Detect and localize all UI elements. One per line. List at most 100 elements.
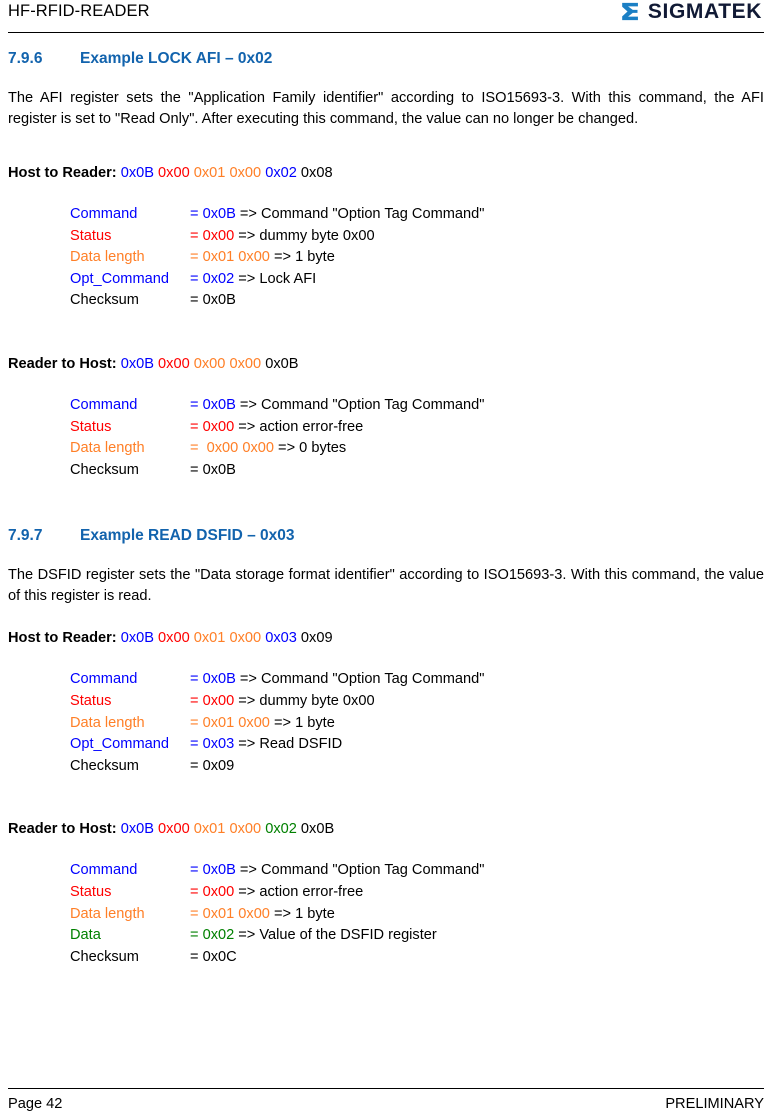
field-equals: = <box>190 862 203 879</box>
telegram-field-row: Checksum = 0x0B <box>70 290 764 312</box>
telegram-field-row: Status = 0x00 => action error-free <box>70 882 764 904</box>
field-name: Data <box>70 927 101 944</box>
telegram-field-row: Command = 0x0B => Command "Option Tag Com… <box>70 860 764 882</box>
field-value: = 0x00 => action error-free <box>190 417 764 439</box>
field-comment: => dummy byte 0x00 <box>234 692 375 709</box>
field-comment: => 1 byte <box>269 714 335 731</box>
field-hex-value: 0x09 <box>202 757 235 774</box>
telegram-byte: 0x00 <box>193 355 226 372</box>
section-heading-7.9.7: 7.9.7 Example READ DSFID – 0x03 <box>8 527 764 545</box>
vertical-spacer <box>8 606 764 628</box>
telegram-field-row: Checksum = 0x09 <box>70 756 764 778</box>
telegram-byte: 0x0B <box>120 630 154 647</box>
telegram-field-row: Status = 0x00 => dummy byte 0x00 <box>70 226 764 248</box>
field-value: = 0x0B <box>190 460 764 482</box>
field-hex-value: 0x0B <box>202 862 236 879</box>
field-name: Status <box>70 418 112 435</box>
field-value: = 0x0B => Command "Option Tag Command" <box>190 669 764 691</box>
field-hex-value: 0x00 <box>202 418 235 435</box>
telegram-field-row: Data = 0x02 => Value of the DSFID registe… <box>70 925 764 947</box>
field-comment: => action error-free <box>234 418 364 435</box>
vertical-spacer <box>8 184 764 204</box>
telegram-byte: 0x0B <box>120 355 154 372</box>
field-hex-value: 0x01 0x00 <box>202 714 270 731</box>
document-status: PRELIMINARY <box>665 1096 764 1112</box>
field-equals: = <box>190 270 203 287</box>
sigmatek-logo-text: SIGMATEK <box>647 0 762 23</box>
telegram-byte: 0x09 <box>300 630 333 647</box>
field-hex-value: 0x02 <box>202 270 235 287</box>
telegram-direction-label: Host to Reader: <box>8 165 117 181</box>
field-comment: => 1 byte <box>269 249 335 266</box>
field-name: Checksum <box>70 292 139 309</box>
field-equals: = <box>190 249 203 266</box>
field-hex-value: 0x00 0x00 <box>206 440 274 457</box>
field-equals: = <box>190 206 203 222</box>
telegram-field-row: Command = 0x0B => Command "Option Tag Com… <box>70 204 764 226</box>
telegram-byte: 0x02 <box>265 821 297 838</box>
field-equals: = <box>190 440 207 457</box>
section-paragraph: The AFI register sets the "Application F… <box>8 90 764 127</box>
field-value: = 0x00 0x00 => 0 bytes <box>190 438 764 460</box>
page-number: Page 42 <box>8 1096 63 1112</box>
telegram-byte: 0x01 <box>193 821 226 838</box>
telegram-field-row: Command = 0x0B => Command "Option Tag Com… <box>70 395 764 417</box>
field-name: Command <box>70 862 138 879</box>
vertical-spacer <box>8 481 764 527</box>
field-name: Checksum <box>70 461 139 478</box>
field-comment: => 1 byte <box>269 905 335 922</box>
section-title: Example LOCK AFI – 0x02 <box>80 50 273 67</box>
telegram-byte: 0x08 <box>300 165 333 181</box>
telegram-field-row: Status = 0x00 => dummy byte 0x00 <box>70 691 764 713</box>
field-comment: => Command "Option Tag Command" <box>235 862 485 879</box>
section-heading-7.9.6: 7.9.6 Example LOCK AFI – 0x02 <box>8 50 764 68</box>
telegram-byte: 0x00 <box>158 355 190 372</box>
telegram-byte: 0x0B <box>120 165 154 181</box>
vertical-spacer <box>8 649 764 669</box>
field-name: Opt_Command <box>70 736 169 753</box>
field-name: Checksum <box>70 948 139 965</box>
field-hex-value: 0x0B <box>202 671 236 688</box>
telegram-field-row: Data length = 0x01 0x00 => 1 byte <box>70 713 764 735</box>
telegram-field-row: Data length = 0x00 0x00 => 0 bytes <box>70 438 764 460</box>
field-value: = 0x02 => Value of the DSFID register <box>190 925 764 947</box>
telegram-field-table: Command = 0x0B => Command "Option Tag Com… <box>70 395 764 481</box>
field-hex-value: 0x00 <box>202 883 235 900</box>
field-comment: => Command "Option Tag Command" <box>235 396 485 413</box>
telegram-byte: 0x00 <box>229 355 262 372</box>
telegram-field-row: Data length = 0x01 0x00 => 1 byte <box>70 247 764 269</box>
vertical-spacer <box>8 312 764 354</box>
telegram-byte: 0x00 <box>158 821 190 838</box>
field-comment: => 0 bytes <box>274 440 347 457</box>
telegram-field-table: Command = 0x0B => Command "Option Tag Com… <box>70 860 764 968</box>
field-comment: => Lock AFI <box>234 270 317 287</box>
field-name: Data length <box>70 440 145 457</box>
field-value: = 0x01 0x00 => 1 byte <box>190 247 764 269</box>
field-value: = 0x09 <box>190 756 764 778</box>
telegram-direction-label: Host to Reader: <box>8 630 117 647</box>
field-comment: => action error-free <box>234 883 364 900</box>
field-value: = 0x00 => action error-free <box>190 882 764 904</box>
vertical-spacer <box>8 545 764 565</box>
field-comment: => Value of the DSFID register <box>234 927 437 944</box>
field-name: Status <box>70 692 112 709</box>
field-name: Opt_Command <box>70 270 169 287</box>
telegram-byte: 0x01 <box>193 165 226 181</box>
field-value: = 0x0C <box>190 947 764 969</box>
field-hex-value: 0x0B <box>202 396 236 413</box>
field-equals: = <box>190 461 203 478</box>
field-value: = 0x03 => Read DSFID <box>190 734 764 756</box>
section-title: Example READ DSFID – 0x03 <box>80 527 295 545</box>
telegram-byte: 0x0B <box>265 355 299 372</box>
telegram-byte: 0x0B <box>300 821 335 838</box>
field-name: Command <box>70 671 138 688</box>
section-paragraph: The DSFID register sets the "Data storag… <box>8 567 764 604</box>
field-equals: = <box>190 905 203 922</box>
telegram-field-row: Command = 0x0B => Command "Option Tag Com… <box>70 669 764 691</box>
field-name: Data length <box>70 249 145 266</box>
field-name: Command <box>70 396 138 413</box>
field-hex-value: 0x0B <box>202 461 236 478</box>
field-equals: = <box>190 714 203 731</box>
field-value: = 0x02 => Lock AFI <box>190 269 764 291</box>
field-equals: = <box>190 396 203 413</box>
